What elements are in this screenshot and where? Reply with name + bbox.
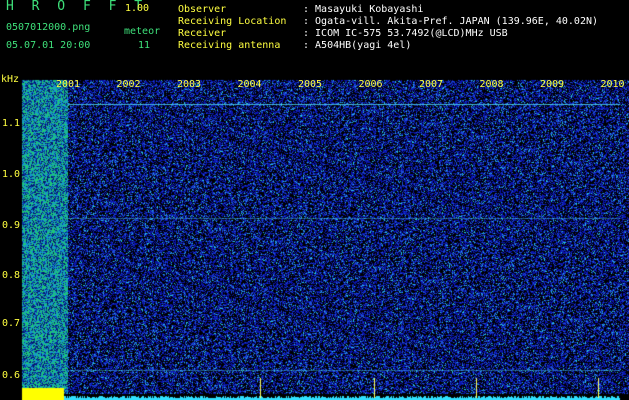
- x-tick-label: 2009: [540, 79, 565, 90]
- y-tick-label: 0.9: [2, 220, 21, 231]
- x-tick-label: 2006: [358, 79, 383, 90]
- x-tick-label: 2007: [419, 79, 444, 90]
- y-tick-label: 1.0: [2, 169, 21, 180]
- observer-label: Observer: [178, 4, 227, 15]
- location-value: : Ogata-vill. Akita-Pref. JAPAN (139.96E…: [303, 16, 599, 27]
- x-tick-label: 2001: [56, 79, 81, 90]
- meteor-label: meteor: [124, 26, 161, 37]
- y-tick-label: 0.6: [2, 370, 21, 381]
- y-tick-label: 1.1: [2, 118, 21, 129]
- antenna-value: : A504HB(yagi 4el): [303, 40, 412, 51]
- timestamp: 05.07.01 20:00: [6, 40, 91, 51]
- x-tick-label: 2010: [600, 79, 625, 90]
- app-version: 1.00: [125, 3, 150, 14]
- x-tick-label: 2003: [177, 79, 202, 90]
- location-label: Receiving Location: [178, 16, 287, 27]
- x-tick-label: 2005: [298, 79, 323, 90]
- x-tick-label: 2002: [116, 79, 141, 90]
- x-tick-label: 2008: [479, 79, 504, 90]
- file-name: 0507012000.png: [6, 22, 91, 33]
- y-tick-label: 0.7: [2, 318, 21, 329]
- receiver-label: Receiver: [178, 28, 227, 39]
- observer-value: : Masayuki Kobayashi: [303, 4, 424, 15]
- x-tick-label: 2004: [237, 79, 262, 90]
- meteor-count: 11: [138, 40, 151, 51]
- spectrogram-canvas: [0, 76, 629, 400]
- receiver-value: : ICOM IC-575 53.7492(@LCD)MHz USB: [303, 28, 508, 39]
- y-tick-label: 0.8: [2, 270, 21, 281]
- y-axis-unit: kHz: [1, 74, 20, 85]
- antenna-label: Receiving antenna: [178, 40, 281, 51]
